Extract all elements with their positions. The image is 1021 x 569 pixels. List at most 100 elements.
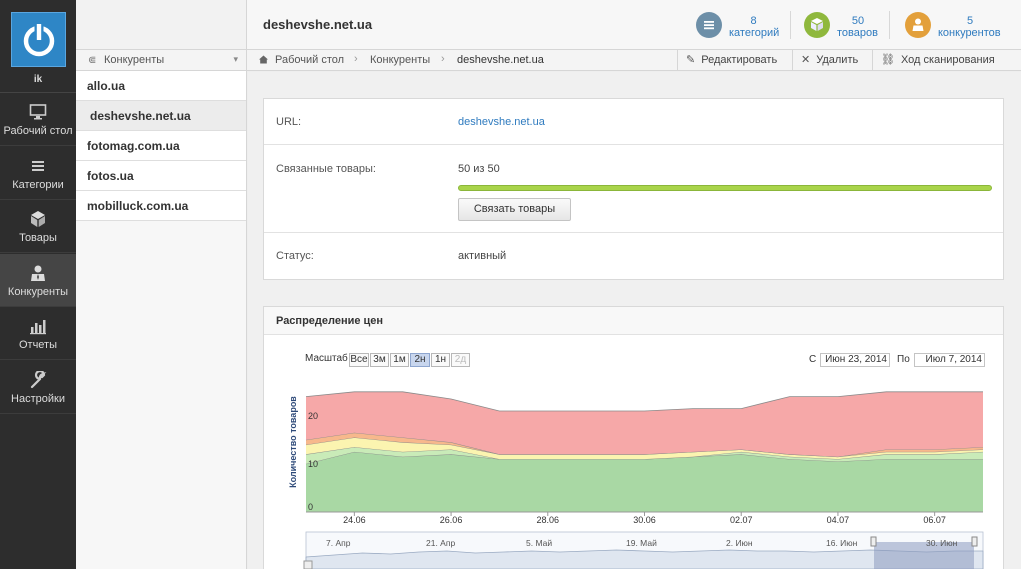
nav-item-settings[interactable]: Настройки — [0, 361, 76, 414]
nav-label: Товары — [19, 232, 57, 244]
url-link[interactable]: deshevshe.net.ua — [458, 116, 545, 128]
x-tick-label: 30.06 — [633, 515, 656, 525]
area-series-1 — [306, 451, 983, 512]
linked-value: 50 из 50 — [458, 163, 500, 175]
divider — [790, 11, 791, 39]
sidebar-top — [76, 0, 246, 50]
wrench-icon — [30, 371, 47, 389]
bar-chart-icon — [30, 320, 46, 335]
status-label: Статус: — [276, 250, 314, 262]
nav-item-competitors[interactable]: Конкуренты — [0, 254, 76, 307]
list-icon — [32, 161, 44, 171]
zoom-option[interactable]: 2д — [451, 353, 470, 367]
divider — [889, 11, 890, 39]
nav-label: Настройки — [11, 393, 65, 405]
delete-label: Удалить — [816, 54, 859, 66]
top-header: deshevshe.net.ua 8 категорий 50 товаров … — [247, 0, 1021, 50]
stat-caption: категорий — [729, 27, 780, 39]
navigator-selection — [874, 542, 974, 569]
x-tick-label: 04.07 — [827, 515, 850, 525]
nav-label: Рабочий стол — [3, 125, 73, 137]
link-icon: ⛓ — [881, 54, 895, 66]
stat-number: 8 — [750, 15, 757, 27]
breadcrumb: Рабочий стол › Конкуренты › deshevshe.ne… — [247, 50, 1021, 71]
breadcrumb-competitors[interactable]: Конкуренты — [370, 54, 430, 66]
sidebar-item-fotos[interactable]: fotos.ua — [76, 161, 246, 191]
x-tick-label: 06.07 — [923, 515, 946, 525]
navigator-scroll-button — [303, 560, 313, 569]
monitor-icon — [29, 104, 47, 120]
url-label: URL: — [276, 116, 302, 128]
navigator-date-label: 30. Июн — [926, 538, 958, 548]
nav-item-reports[interactable]: Отчеты — [0, 307, 76, 360]
breadcrumb-separator-icon: › — [441, 53, 445, 65]
close-icon: ✕ — [801, 54, 811, 66]
person-icon — [31, 265, 45, 281]
tree-icon: ⋐ — [88, 55, 97, 66]
zoom-option[interactable]: 3м — [370, 353, 389, 367]
home-icon[interactable] — [259, 54, 268, 66]
sidebar-item-mobilluck[interactable]: mobilluck.com.ua — [76, 191, 246, 221]
from-date-input[interactable]: Июн 23, 2014 — [820, 353, 890, 367]
y-tick-label: 0 — [308, 502, 313, 512]
panel-title: Распределение цен — [276, 315, 384, 327]
pencil-icon: ✎ — [686, 54, 696, 66]
scan-progress-button[interactable]: ⛓ Ход сканирования — [872, 50, 1004, 71]
breadcrumb-dashboard[interactable]: Рабочий стол — [275, 54, 344, 66]
navigator-date-label: 19. Май — [626, 538, 657, 548]
nav-label: Конкуренты — [7, 286, 69, 298]
nav-item-products[interactable]: Товары — [0, 200, 76, 253]
sidebar-item-deshevshe[interactable]: deshevshe.net.ua — [76, 101, 246, 131]
delete-button[interactable]: ✕ Удалить — [792, 50, 872, 71]
navigator-date-label: 21. Апр — [426, 538, 455, 548]
navigator-handle-right — [971, 536, 978, 547]
stat-caption: конкурентов — [938, 27, 1001, 39]
linked-progress-bar — [458, 185, 992, 191]
edit-label: Редактировать — [701, 54, 778, 66]
page-title: deshevshe.net.ua — [263, 17, 373, 32]
chevron-down-icon[interactable]: ▾ — [233, 54, 238, 65]
linked-label: Связанные товары: — [276, 163, 376, 175]
sidebar-header[interactable]: ⋐ Конкуренты ▾ — [76, 50, 246, 71]
navigator-date-label: 7. Апр — [326, 538, 351, 548]
breadcrumb-separator-icon: › — [354, 53, 358, 65]
competitors-sidebar: ⋐ Конкуренты ▾ allo.ua deshevshe.net.ua … — [76, 0, 247, 569]
x-tick-label: 24.06 — [343, 515, 366, 525]
stat-number: 5 — [966, 15, 974, 27]
user-initials[interactable]: ik — [0, 74, 76, 85]
sidebar-item-fotomag[interactable]: fotomag.com.ua — [76, 131, 246, 161]
breadcrumb-current: deshevshe.net.ua — [457, 54, 544, 66]
zoom-option[interactable]: Все — [349, 353, 369, 367]
stat-competitors[interactable]: 5 конкурентов — [905, 12, 1009, 40]
x-tick-label: 02.07 — [730, 515, 753, 525]
stat-categories[interactable]: 8 категорий — [696, 12, 786, 40]
from-label: С — [809, 354, 817, 365]
y-tick-label: 20 — [308, 411, 318, 421]
stat-products[interactable]: 50 товаров — [804, 12, 884, 40]
main-nav: ik Рабочий стол Категории Товары Конкуре… — [0, 0, 76, 569]
box-icon — [804, 12, 830, 38]
power-logo-icon[interactable] — [11, 12, 66, 67]
x-tick-label: 26.06 — [440, 515, 463, 525]
to-label: По — [897, 354, 910, 365]
to-date-input[interactable]: Июл 7, 2014 — [914, 353, 985, 367]
zoom-option[interactable]: 2н — [410, 353, 430, 367]
navigator-date-label: 5. Май — [526, 538, 552, 548]
nav-item-categories[interactable]: Категории — [0, 147, 76, 200]
edit-button[interactable]: ✎ Редактировать — [677, 50, 792, 71]
panel-header: Распределение цен — [264, 307, 1003, 335]
stat-number: 50 — [851, 15, 865, 27]
sidebar-item-allo[interactable]: allo.ua — [76, 71, 246, 101]
link-products-button[interactable]: Связать товары — [458, 198, 571, 221]
main-content: URL: deshevshe.net.ua Связанные товары: … — [248, 72, 1021, 569]
nav-item-dashboard[interactable]: Рабочий стол — [0, 93, 76, 146]
y-tick-label: 10 — [308, 459, 318, 469]
zoom-option[interactable]: 1н — [431, 353, 450, 367]
person-icon — [905, 12, 931, 38]
sidebar-header-label: Конкуренты — [104, 54, 165, 66]
nav-label: Отчеты — [18, 339, 58, 351]
competitor-details-panel: URL: deshevshe.net.ua Связанные товары: … — [263, 98, 1004, 280]
zoom-option[interactable]: 1м — [390, 353, 409, 367]
logo-area: ik — [0, 0, 76, 93]
detail-row-linked: Связанные товары: 50 из 50 Связать товар… — [264, 145, 1003, 233]
